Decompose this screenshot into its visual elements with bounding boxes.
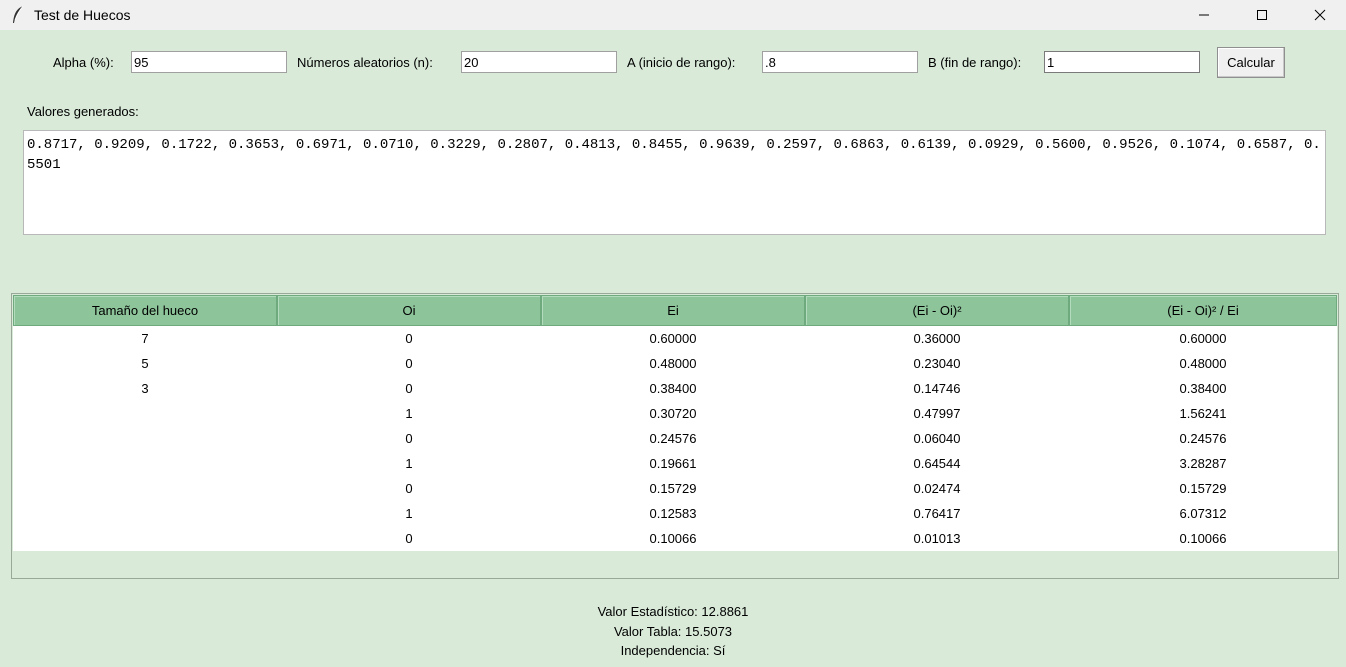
maximize-button[interactable] bbox=[1233, 0, 1291, 30]
table-cell: 0.12583 bbox=[649, 506, 697, 521]
table-cell: 1.56241 bbox=[1179, 406, 1227, 421]
n-input[interactable] bbox=[461, 51, 617, 73]
table-cell bbox=[13, 501, 277, 526]
table-row[interactable]: 7 0 0.60000 0.36000 0.60000 bbox=[13, 326, 1337, 351]
table-cell: 0.02474 bbox=[913, 481, 961, 496]
table-row[interactable]: 1 0.19661 0.64544 3.28287 bbox=[13, 451, 1337, 476]
results-table-header: Tamaño del hueco Oi Ei (Ei - Oi)² (Ei - Oi)²… bbox=[13, 295, 1337, 326]
column-header[interactable]: Oi bbox=[277, 295, 541, 326]
table-row[interactable]: 0 0.10066 0.01013 0.10066 bbox=[13, 526, 1337, 551]
table-cell: 0 bbox=[405, 481, 413, 496]
column-header[interactable]: Tamaño del hueco bbox=[13, 295, 277, 326]
table-cell: 0 bbox=[405, 381, 413, 396]
table-cell bbox=[13, 426, 277, 451]
table-row[interactable]: 3 0 0.38400 0.14746 0.38400 bbox=[13, 376, 1337, 401]
alpha-label: Alpha (%): bbox=[53, 55, 114, 70]
table-cell: 0.10066 bbox=[1179, 531, 1227, 546]
table-cell: 0.60000 bbox=[649, 331, 697, 346]
table-cell: 0.19661 bbox=[649, 456, 697, 471]
table-cell: 0.24576 bbox=[1179, 431, 1227, 446]
table-cell: 3.28287 bbox=[1179, 456, 1227, 471]
table-row[interactable]: 0 0.15729 0.02474 0.15729 bbox=[13, 476, 1337, 501]
table-cell: 0 bbox=[405, 531, 413, 546]
table-cell: 0.15729 bbox=[649, 481, 697, 496]
table-cell: 0.38400 bbox=[1179, 381, 1227, 396]
independence-value: Independencia: Sí bbox=[620, 643, 726, 658]
alpha-input[interactable] bbox=[131, 51, 287, 73]
table-cell bbox=[13, 401, 277, 426]
b-input[interactable] bbox=[1044, 51, 1200, 73]
a-label: A (inicio de rango): bbox=[627, 55, 736, 70]
table-cell: 0.64544 bbox=[913, 456, 961, 471]
calculate-button[interactable]: Calcular bbox=[1217, 47, 1285, 78]
table-cell: 0 bbox=[405, 356, 413, 371]
table-cell: 0.76417 bbox=[913, 506, 961, 521]
maximize-icon bbox=[1257, 10, 1267, 20]
results-table[interactable]: 7 0 0.60000 0.36000 0.60000 5 0 0.48000 0.23040 0… bbox=[13, 326, 1337, 551]
minimize-icon bbox=[1199, 14, 1209, 16]
column-header[interactable]: (Ei - Oi)² bbox=[805, 295, 1069, 326]
table-cell: 0.24576 bbox=[649, 431, 697, 446]
table-cell: 0.23040 bbox=[913, 356, 961, 371]
table-cell: 0 bbox=[405, 331, 413, 346]
table-cell: 0.47997 bbox=[913, 406, 961, 421]
table-row[interactable]: 5 0 0.48000 0.23040 0.48000 bbox=[13, 351, 1337, 376]
table-cell bbox=[13, 451, 277, 476]
column-header[interactable]: Ei bbox=[541, 295, 805, 326]
b-label: B (fin de rango): bbox=[928, 55, 1022, 70]
table-cell bbox=[13, 526, 277, 551]
close-icon bbox=[1314, 9, 1326, 21]
table-cell bbox=[13, 476, 277, 501]
n-label: Números aleatorios (n): bbox=[297, 55, 433, 70]
window-title: Test de Huecos bbox=[34, 7, 131, 23]
table-cell: 1 bbox=[405, 456, 413, 471]
table-cell: 5 bbox=[141, 356, 149, 371]
table-cell: 0.01013 bbox=[913, 531, 961, 546]
table-cell: 0.06040 bbox=[913, 431, 961, 446]
table-value: Valor Tabla: 15.5073 bbox=[613, 624, 733, 639]
a-input[interactable] bbox=[762, 51, 918, 73]
close-button[interactable] bbox=[1291, 0, 1346, 30]
table-cell: 1 bbox=[405, 506, 413, 521]
generated-values-label: Valores generados: bbox=[27, 104, 139, 119]
table-cell: 0.48000 bbox=[649, 356, 697, 371]
table-cell: 0 bbox=[405, 431, 413, 446]
feather-icon bbox=[13, 5, 24, 23]
table-cell: 0.48000 bbox=[1179, 356, 1227, 371]
table-cell: 0.60000 bbox=[1179, 331, 1227, 346]
minimize-button[interactable] bbox=[1175, 0, 1233, 30]
table-cell: 7 bbox=[141, 331, 149, 346]
table-row[interactable]: 1 0.30720 0.47997 1.56241 bbox=[13, 401, 1337, 426]
table-cell: 0.30720 bbox=[649, 406, 697, 421]
table-row[interactable]: 1 0.12583 0.76417 6.07312 bbox=[13, 501, 1337, 526]
statistic-value: Valor Estadístico: 12.8861 bbox=[597, 604, 749, 619]
generated-values-text[interactable]: 0.8717, 0.9209, 0.1722, 0.3653, 0.6971, … bbox=[23, 130, 1326, 235]
table-cell: 0.36000 bbox=[913, 331, 961, 346]
table-cell: 0.38400 bbox=[649, 381, 697, 396]
table-row[interactable]: 0 0.24576 0.06040 0.24576 bbox=[13, 426, 1337, 451]
title-bar: Test de Huecos bbox=[0, 0, 1346, 30]
column-header[interactable]: (Ei - Oi)² / Ei bbox=[1069, 295, 1337, 326]
table-cell: 0.14746 bbox=[913, 381, 961, 396]
table-cell: 1 bbox=[405, 406, 413, 421]
table-cell: 0.10066 bbox=[649, 531, 697, 546]
table-cell: 6.07312 bbox=[1179, 506, 1227, 521]
table-cell: 3 bbox=[141, 381, 149, 396]
table-cell: 0.15729 bbox=[1179, 481, 1227, 496]
